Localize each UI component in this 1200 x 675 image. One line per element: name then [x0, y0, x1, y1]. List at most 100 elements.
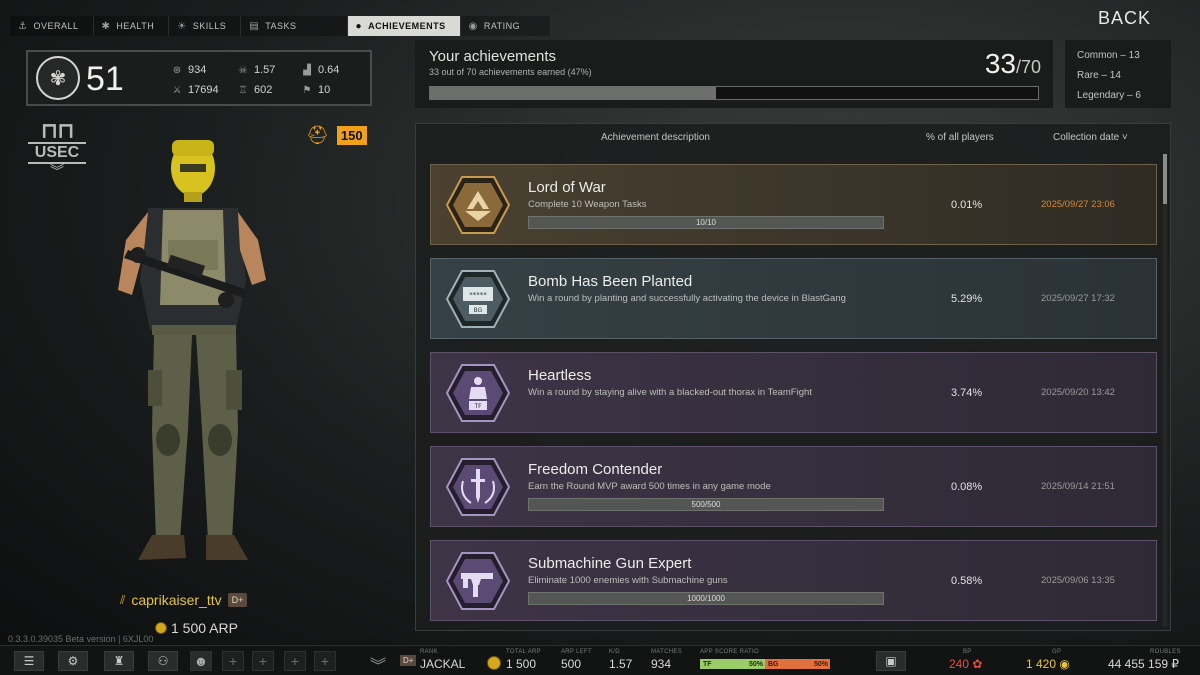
- clipboard-icon: ▤: [249, 20, 260, 32]
- friends-button[interactable]: ⚇: [148, 651, 178, 671]
- rarity-breakdown: Common – 13 Rare – 14 Legendary – 6: [1065, 40, 1171, 108]
- character-button[interactable]: ♜: [104, 651, 134, 671]
- signal-icon: ▟: [303, 64, 311, 76]
- bp-icon: ✿: [972, 657, 983, 671]
- stat-kills: ⊛ 934: [172, 64, 207, 76]
- svg-text:BG: BG: [474, 307, 483, 314]
- achievement-desc: Eliminate 1000 enemies with Submachine g…: [528, 575, 728, 586]
- username: ⫽ caprikaiser_ttv D+: [120, 592, 248, 608]
- achievement-percent: 0.08%: [951, 481, 983, 493]
- achievement-name: Heartless: [528, 367, 592, 384]
- achievements-summary: Your achievements 33 out of 70 achieveme…: [415, 40, 1053, 108]
- faction-emblem-icon: ⊓⊓: [40, 118, 74, 143]
- stash-button[interactable]: ▣: [876, 651, 906, 671]
- party-slot-add[interactable]: +: [252, 651, 274, 671]
- top-nav: ⚓ OVERALL ✱ HEALTH ☀ SKILLS ▤ TASKS ● ACHIEVE…: [10, 16, 552, 36]
- back-button[interactable]: BACK: [1098, 8, 1151, 29]
- party-avatar[interactable]: ☻: [190, 651, 212, 671]
- crosshair-icon: ⊛: [172, 64, 182, 76]
- save-icon: ▣: [885, 654, 897, 668]
- app-score-ratio-bar: TF 50% BG 50%: [700, 659, 830, 669]
- group-icon: ⚇: [157, 654, 169, 668]
- column-date-sort[interactable]: Collection date ˅: [1053, 132, 1128, 143]
- achievement-percent: 3.74%: [951, 387, 983, 399]
- roubles-value: 44 455 159 ₽: [1108, 657, 1180, 671]
- bottom-bar: ☰ ⚙ ♜ ⚇ ☻ + + + + ︾ D+ RANK JACKAL TOTAL…: [0, 645, 1200, 675]
- achievement-row[interactable]: Freedom Contender Earn the Round MVP awa…: [430, 446, 1157, 527]
- prestige-badge: ⛑ 150: [306, 125, 367, 146]
- achievement-progress: 500/500: [528, 498, 884, 511]
- coin-icon: [155, 622, 167, 634]
- scrollbar-thumb[interactable]: [1163, 154, 1167, 204]
- lord-of-war-icon: [445, 176, 511, 234]
- progress-fill: [430, 87, 716, 99]
- arp-left: 500: [561, 657, 582, 671]
- scrollbar-track[interactable]: [1163, 154, 1167, 626]
- achievement-progress: 10/10: [528, 216, 884, 229]
- achievement-desc: Win a round by planting and successfully…: [528, 293, 846, 304]
- achievements-title: Your achievements: [429, 48, 557, 65]
- achievement-name: Freedom Contender: [528, 461, 663, 478]
- matches-count: 934: [651, 657, 672, 671]
- plus-icon: +: [290, 653, 300, 669]
- ratio-tf: TF 50%: [700, 659, 765, 669]
- level-rank-icon: ✾: [36, 56, 80, 100]
- achievement-date: 2025/09/06 13:35: [1041, 575, 1115, 586]
- skull-icon: ☠: [238, 64, 248, 76]
- achievement-row[interactable]: TF Heartless Win a round by staying aliv…: [430, 352, 1157, 433]
- svg-text:TF: TF: [473, 403, 482, 410]
- bulb-icon: ☀: [177, 20, 187, 32]
- heartless-icon: TF: [445, 364, 511, 422]
- achievement-name: Lord of War: [528, 179, 606, 196]
- arp-display: 1 500 ARP: [155, 620, 238, 636]
- achievement-percent: 0.01%: [951, 199, 983, 211]
- rank-name: JACKAL: [420, 657, 466, 671]
- avatar-icon: ☻: [193, 653, 209, 669]
- kd-ratio: 1.57: [609, 657, 633, 671]
- rank-badge: D+: [400, 655, 417, 666]
- achievement-desc: Win a round by staying alive with a blac…: [528, 387, 812, 398]
- stat-badges: ⚑ 10: [302, 84, 331, 96]
- spartan-helmet-icon: ⛑: [306, 125, 329, 145]
- tab-skills[interactable]: ☀ SKILLS: [169, 16, 242, 36]
- achievement-row[interactable]: Lord of War Complete 10 Weapon Tasks 10/…: [430, 164, 1157, 245]
- achievements-subtitle: 33 out of 70 achievements earned (47%): [429, 67, 592, 77]
- tab-achievements[interactable]: ● ACHIEVEMENTS: [347, 16, 461, 36]
- table-header: Achievement description % of all players…: [416, 124, 1170, 150]
- achievement-date: 2025/09/14 21:51: [1041, 481, 1115, 492]
- party-slot-add[interactable]: +: [314, 651, 336, 671]
- stat-mvp: ♖ 602: [238, 84, 273, 96]
- column-percent: % of all players: [926, 132, 994, 143]
- achievement-row[interactable]: ***** BG Bomb Has Been Planted Win a rou…: [430, 258, 1157, 339]
- achievements-table: Achievement description % of all players…: [415, 123, 1171, 631]
- rank-chevron-icon: ︾: [370, 658, 387, 675]
- plus-icon: +: [320, 653, 330, 669]
- medal-icon: ●: [355, 20, 363, 32]
- player-level: 51: [86, 60, 124, 98]
- version-text: 0.3.3.0.39035 Beta version | 6XJL00: [8, 634, 154, 644]
- tab-health[interactable]: ✱ HEALTH: [93, 16, 170, 36]
- total-arp: 1 500: [506, 657, 537, 671]
- chevron-icon: ︾: [50, 163, 64, 179]
- tab-tasks[interactable]: ▤ TASKS: [241, 16, 348, 36]
- tab-rating[interactable]: ◉ RATING: [460, 16, 552, 36]
- tab-overall[interactable]: ⚓ OVERALL: [10, 16, 94, 36]
- achievement-row[interactable]: Submachine Gun Expert Eliminate 1000 ene…: [430, 540, 1157, 621]
- achievement-percent: 5.29%: [951, 293, 983, 305]
- gear-icon: ⚙: [67, 654, 79, 668]
- rarity-common: Common – 13: [1077, 50, 1140, 61]
- soldier-icon: ♜: [113, 654, 125, 668]
- stat-ratio: ▟ 0.64: [303, 64, 340, 76]
- achievement-desc: Complete 10 Weapon Tasks: [528, 199, 647, 210]
- ratio-bg: BG 50%: [765, 659, 830, 669]
- settings-button[interactable]: ⚙: [58, 651, 88, 671]
- trophy-icon: ♖: [238, 84, 248, 96]
- column-description: Achievement description: [601, 132, 710, 143]
- hamburger-icon: ☰: [23, 654, 35, 668]
- gp-value: 1 420 ◉: [1026, 657, 1070, 671]
- achievement-date: 2025/09/27 23:06: [1041, 199, 1115, 210]
- party-slot-add[interactable]: +: [222, 651, 244, 671]
- party-slot-add[interactable]: +: [284, 651, 306, 671]
- svg-text:*****: *****: [469, 291, 487, 299]
- menu-button[interactable]: ☰: [14, 651, 44, 671]
